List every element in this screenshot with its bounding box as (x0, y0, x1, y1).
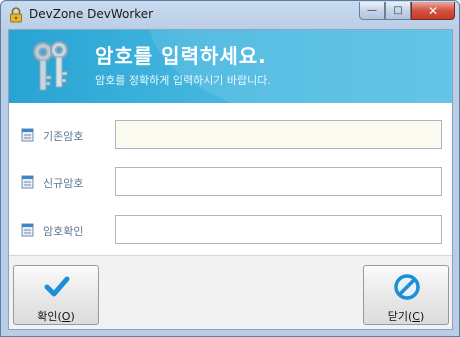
keys-icon (33, 41, 68, 91)
close-button[interactable]: 닫기(C) (363, 265, 449, 325)
confirm-password-input[interactable] (115, 215, 442, 244)
old-password-row: 기존암호 (9, 120, 452, 150)
confirm-label-suffix: ) (70, 310, 75, 323)
confirm-button[interactable]: 확인(O) (13, 265, 99, 325)
dialog-window: DevZone DevWorker — □ ✕ 암호를 입력하세요. 암호를 정… (0, 0, 460, 337)
banner-subtitle: 암호를 정확하게 입력하시기 바랍니다. (95, 74, 271, 87)
old-password-label: 기존암호 (43, 130, 84, 143)
minimize-button[interactable]: — (359, 2, 385, 20)
new-password-label: 신규암호 (43, 177, 84, 190)
dialog-content: 암호를 입력하세요. 암호를 정확하게 입력하시기 바랍니다. 기존암호 신규암… (8, 29, 453, 330)
close-label-text: 닫기( (387, 310, 413, 323)
notepad-icon (21, 128, 34, 142)
notepad-icon (21, 175, 34, 189)
window-controls: — □ ✕ (359, 2, 455, 22)
lock-icon (10, 7, 22, 23)
title-bar[interactable]: DevZone DevWorker — □ ✕ (1, 1, 459, 29)
prohibited-icon (394, 274, 420, 300)
button-bar: 확인(O) 닫기(C) (9, 255, 452, 329)
new-password-input[interactable] (115, 167, 442, 196)
close-window-button[interactable]: ✕ (411, 2, 455, 20)
confirm-password-row: 암호확인 (9, 215, 452, 245)
old-password-input[interactable] (115, 120, 442, 149)
confirm-button-label: 확인(O) (14, 308, 98, 324)
window-title: DevZone DevWorker (29, 7, 154, 21)
new-password-row: 신규암호 (9, 167, 452, 197)
close-button-label: 닫기(C) (364, 308, 448, 324)
maximize-button[interactable]: □ (385, 2, 411, 20)
notepad-icon (21, 223, 34, 237)
banner-title: 암호를 입력하세요. (95, 44, 267, 68)
close-mnemonic: C (412, 310, 420, 323)
close-label-suffix: ) (419, 310, 425, 323)
checkmark-icon (44, 276, 70, 297)
confirm-password-label: 암호확인 (43, 225, 84, 238)
header-banner: 암호를 입력하세요. 암호를 정확하게 입력하시기 바랍니다. (9, 30, 452, 103)
confirm-label-text: 확인( (37, 310, 62, 323)
